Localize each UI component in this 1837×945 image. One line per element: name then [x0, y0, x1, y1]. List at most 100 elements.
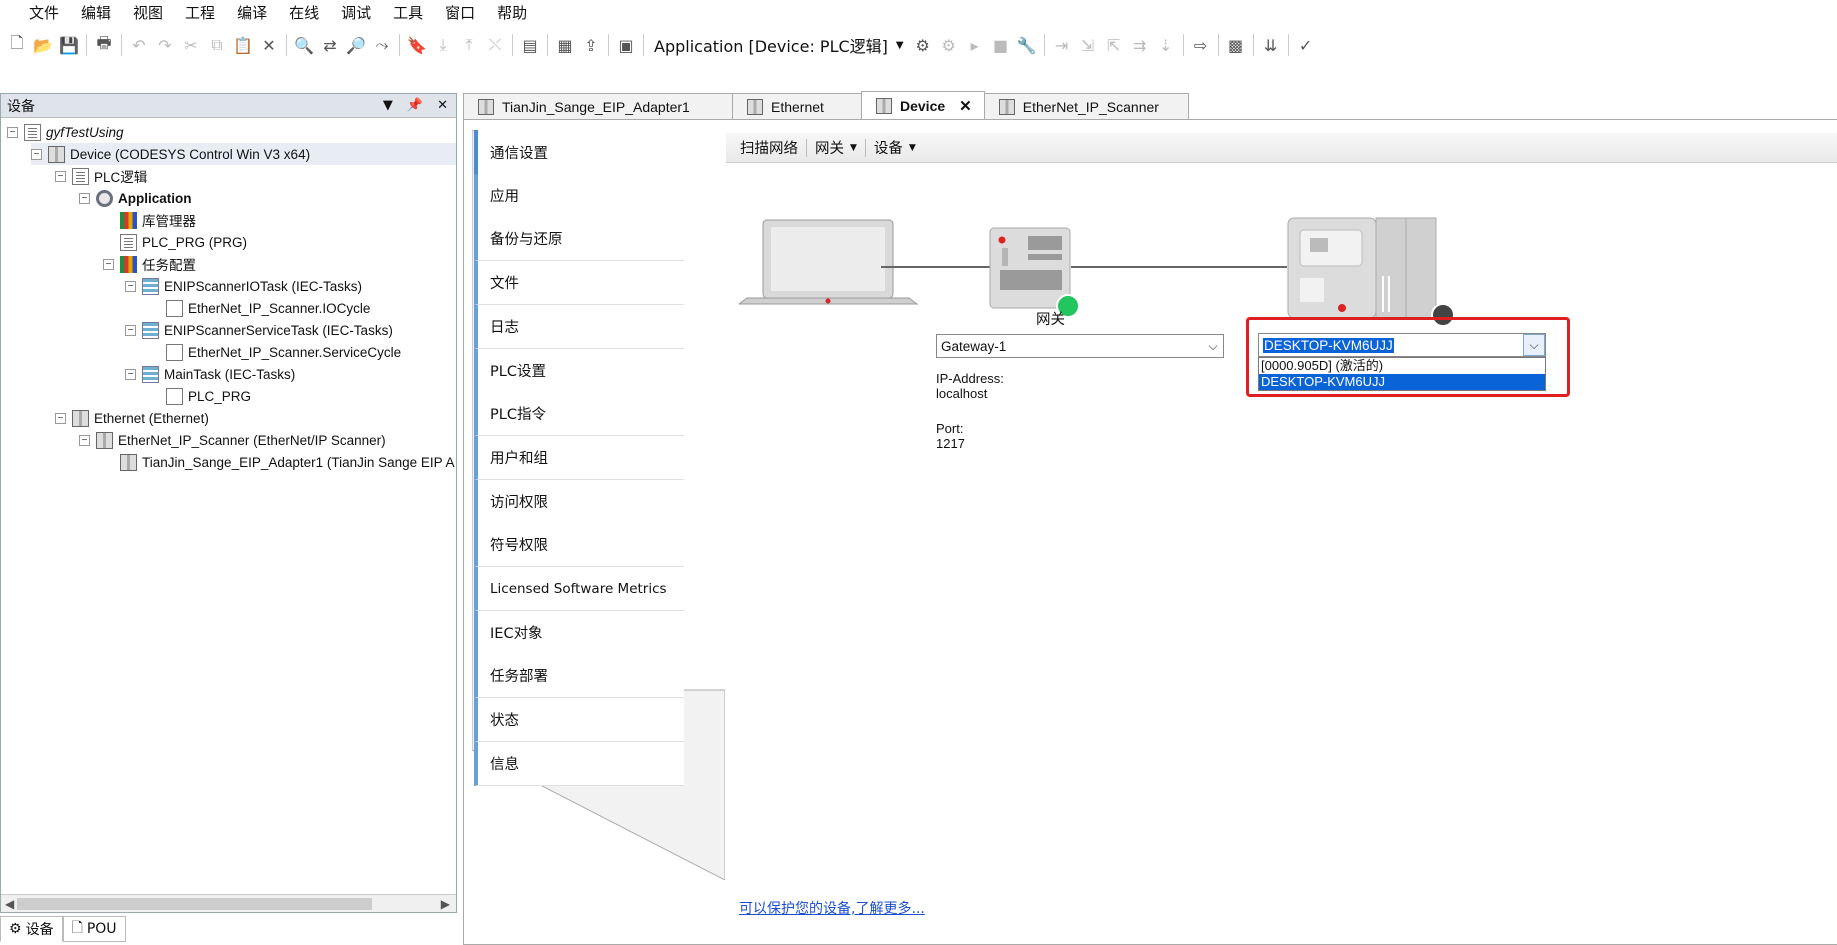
collapse-icon[interactable]: −: [79, 192, 90, 204]
clear-bookmarks-icon[interactable]: ⤬: [482, 32, 508, 58]
menu-item-3[interactable]: 工程: [174, 0, 226, 27]
nav-item[interactable]: 文件: [474, 261, 684, 306]
scan-network-button[interactable]: 扫描网络: [732, 137, 806, 158]
editor-tab[interactable]: Device ✕: [861, 91, 985, 119]
undo-icon[interactable]: ↶: [126, 32, 152, 58]
redo-icon[interactable]: ↷: [152, 32, 178, 58]
check-icon[interactable]: ✓: [1293, 32, 1319, 58]
scroll-right-icon[interactable]: ▶: [441, 895, 450, 913]
menu-item-4[interactable]: 编译: [226, 0, 278, 27]
device-menu-button[interactable]: 设备 ▼: [866, 137, 924, 158]
menu-item-6[interactable]: 调试: [330, 0, 382, 27]
prev-bookmark-icon[interactable]: ⤒: [456, 32, 482, 58]
nav-item[interactable]: PLC设置: [474, 348, 684, 393]
device-option[interactable]: DESKTOP-KVM6UJJ: [1259, 374, 1545, 390]
collapse-icon[interactable]: −: [125, 280, 136, 292]
tree-node[interactable]: − Ethernet (Ethernet): [55, 407, 209, 429]
tree-node[interactable]: − EtherNet_IP_Scanner (EtherNet/IP Scanne…: [79, 429, 386, 451]
tree-node[interactable]: − PLC逻辑: [55, 165, 147, 187]
show-next-statement-icon[interactable]: ⇣: [1153, 32, 1179, 58]
tree-node[interactable]: − Application: [79, 187, 192, 209]
collapse-icon[interactable]: −: [103, 258, 114, 270]
tree-node[interactable]: − Device (CODESYS Control Win V3 x64): [31, 143, 456, 165]
scrollbar-thumb[interactable]: [17, 898, 372, 910]
nav-item[interactable]: 日志: [474, 304, 684, 349]
menu-item-7[interactable]: 工具: [382, 0, 434, 27]
next-bookmark-icon[interactable]: ⤓: [430, 32, 456, 58]
protect-device-learn-more-link[interactable]: 可以保护您的设备,了解更多...: [739, 898, 925, 918]
tab-devices[interactable]: ⚙ 设备: [0, 916, 63, 942]
nav-item[interactable]: 符号权限: [474, 523, 684, 568]
gateway-menu-button[interactable]: 网关 ▼: [807, 137, 865, 158]
run-icon[interactable]: ▸: [962, 32, 988, 58]
paste-icon[interactable]: 📋: [230, 32, 256, 58]
save-icon[interactable]: 💾: [56, 32, 82, 58]
menu-item-1[interactable]: 编辑: [70, 0, 122, 27]
nav-item[interactable]: PLC指令: [474, 392, 684, 437]
nav-item[interactable]: 状态: [474, 698, 684, 743]
tree-node[interactable]: EtherNet_IP_Scanner.IOCycle: [149, 297, 370, 319]
pin-icon[interactable]: 📌: [407, 98, 423, 113]
editor-tab[interactable]: TianJin_Sange_EIP_Adapter1: [463, 93, 733, 119]
copy-icon[interactable]: ⧉: [204, 32, 230, 58]
step-into-icon[interactable]: ⇲: [1075, 32, 1101, 58]
device-select[interactable]: DESKTOP-KVM6UJJ ⌵: [1258, 333, 1546, 357]
horizontal-scrollbar[interactable]: ◀ ▶: [1, 894, 456, 912]
nav-item[interactable]: 用户和组: [474, 435, 684, 480]
build-icon[interactable]: ▤: [517, 32, 543, 58]
close-tab-icon[interactable]: ✕: [959, 97, 972, 115]
editor-tab[interactable]: Ethernet: [732, 93, 862, 119]
step-over-icon[interactable]: ⇥: [1049, 32, 1075, 58]
tree-node[interactable]: PLC_PRG (PRG): [103, 231, 247, 253]
print-icon[interactable]: 🖶: [91, 32, 117, 58]
menu-item-2[interactable]: 视图: [122, 0, 174, 27]
collapse-icon[interactable]: −: [125, 368, 136, 380]
layout-icon[interactable]: ▦: [552, 32, 578, 58]
open-folder-icon[interactable]: 📂: [30, 32, 56, 58]
editor-tab[interactable]: EtherNet_IP_Scanner: [983, 93, 1189, 119]
nav-item[interactable]: 通信设置: [474, 130, 725, 174]
menu-item-9[interactable]: 帮助: [486, 0, 538, 27]
bookmark-icon[interactable]: 🔖: [404, 32, 430, 58]
cut-icon[interactable]: ✂: [178, 32, 204, 58]
scroll-left-icon[interactable]: ◀: [5, 895, 14, 913]
step-out-icon[interactable]: ⇱: [1101, 32, 1127, 58]
nav-item[interactable]: IEC对象: [474, 610, 684, 655]
nav-item[interactable]: Licensed Software Metrics: [474, 567, 684, 611]
tree-node[interactable]: TianJin_Sange_EIP_Adapter1 (TianJin Sang…: [103, 451, 454, 473]
gateway-select[interactable]: Gateway-1 ⌵: [936, 334, 1224, 358]
tree-node[interactable]: 库管理器: [103, 209, 196, 231]
tree-node[interactable]: EtherNet_IP_Scanner.ServiceCycle: [149, 341, 401, 363]
collapse-icon[interactable]: −: [55, 170, 66, 182]
tree-node[interactable]: PLC_PRG: [149, 385, 251, 407]
device-option[interactable]: [0000.905D] (激活的): [1259, 358, 1545, 374]
menu-item-0[interactable]: 文件: [18, 0, 70, 27]
tab-pou[interactable]: 🗋 POU: [62, 916, 126, 942]
logout-icon[interactable]: ⚙: [936, 32, 962, 58]
panel-menu-icon[interactable]: ▼: [383, 98, 393, 113]
write-values-icon[interactable]: ⇨: [1188, 32, 1214, 58]
export-icon[interactable]: ⇪: [578, 32, 604, 58]
menu-item-5[interactable]: 在线: [278, 0, 330, 27]
stop-icon[interactable]: ■: [988, 32, 1014, 58]
delete-icon[interactable]: ✕: [256, 32, 282, 58]
find-in-project-icon[interactable]: 🔎: [343, 32, 369, 58]
menu-item-8[interactable]: 窗口: [434, 0, 486, 27]
tree-node[interactable]: − gyfTestUsing: [7, 121, 124, 143]
nav-item[interactable]: 信息: [474, 741, 684, 786]
replace-icon[interactable]: ⇄: [317, 32, 343, 58]
compile-icon[interactable]: ▣: [613, 32, 639, 58]
reset-icon[interactable]: 🔧: [1014, 32, 1040, 58]
run-to-cursor-icon[interactable]: ⇉: [1127, 32, 1153, 58]
unforce-icon[interactable]: ⇊: [1258, 32, 1284, 58]
cross-reference-icon[interactable]: ⤳: [369, 32, 395, 58]
new-file-icon[interactable]: 🗋: [4, 32, 30, 58]
nav-item[interactable]: 备份与还原: [474, 217, 684, 262]
nav-item[interactable]: 任务部署: [474, 654, 684, 699]
tree-node[interactable]: − 任务配置: [103, 253, 196, 275]
tree-node[interactable]: − ENIPScannerIOTask (IEC-Tasks): [125, 275, 362, 297]
active-application-selector[interactable]: Application [Device: PLC逻辑] ▼: [648, 33, 910, 57]
close-icon[interactable]: ✕: [437, 98, 448, 113]
nav-item[interactable]: 访问权限: [474, 479, 684, 524]
find-icon[interactable]: 🔍: [291, 32, 317, 58]
